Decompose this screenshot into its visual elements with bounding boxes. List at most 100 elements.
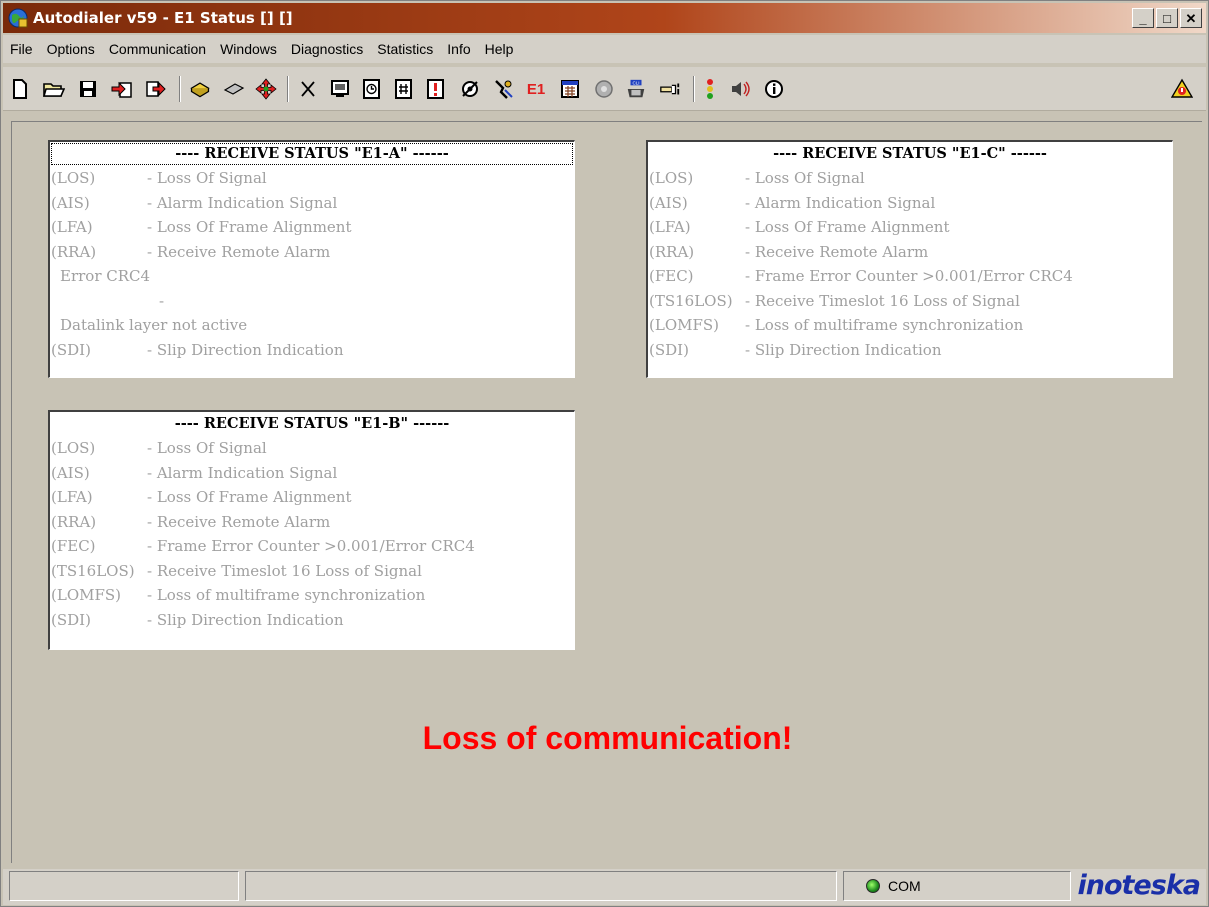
status-code: (FEC) (51, 537, 96, 555)
menu-communication[interactable]: Communication (102, 41, 213, 57)
status-desc: - Slip Direction Indication (147, 610, 344, 629)
export-icon[interactable] (145, 78, 167, 100)
import-icon[interactable] (111, 78, 133, 100)
dash-text: - (159, 291, 165, 310)
error-crc4-text: Error CRC4 (60, 267, 151, 285)
status-desc: - Frame Error Counter >0.001/Error CRC4 (745, 267, 1073, 285)
menu-bar: File Options Communication Windows Diagn… (3, 35, 1206, 63)
status-row: (AIS) - Alarm Indication Signal (50, 191, 574, 216)
e1-status-icon[interactable]: E1 (525, 78, 547, 100)
menu-info[interactable]: Info (440, 41, 477, 57)
hand-pointer-icon[interactable] (659, 78, 681, 100)
menu-statistics[interactable]: Statistics (370, 41, 440, 57)
autodialer-globe-icon (7, 7, 29, 29)
status-row: (FEC) - Frame Error Counter >0.001/Error … (50, 534, 574, 559)
client-area: ---- RECEIVE STATUS "E1-A" ------ (LOS) -… (11, 121, 1202, 863)
datalink-status-text: Datalink layer not active (60, 316, 248, 334)
status-desc: - Loss Of Frame Alignment (745, 218, 950, 236)
status-code: (SDI) (51, 610, 91, 629)
status-row: (RRA) - Receive Remote Alarm (648, 240, 1172, 265)
status-bar: COM inoteska (3, 869, 1206, 905)
status-code: (AIS) (649, 193, 688, 212)
move-arrows-icon[interactable] (255, 78, 277, 100)
status-code: (TS16LOS) (51, 561, 135, 580)
status-desc: - Alarm Indication Signal (745, 193, 936, 212)
receive-status-e1b-panel[interactable]: ---- RECEIVE STATUS "E1-B" ------ (LOS) -… (48, 410, 575, 650)
status-row: (LOS) - Loss Of Signal (50, 166, 574, 191)
status-row: (LOS) - Loss Of Signal (50, 436, 574, 461)
status-code: (AIS) (51, 463, 90, 482)
info-icon[interactable] (763, 78, 785, 100)
status-code: (SDI) (51, 340, 91, 359)
status-code: (SDI) (649, 340, 689, 359)
panel-title-e1a: ---- RECEIVE STATUS "E1-A" ------ (50, 142, 574, 166)
toolbar: E1 CLI (3, 67, 1206, 111)
status-row: (LFA) - Loss Of Frame Alignment (648, 215, 1172, 240)
scissors-icon[interactable] (297, 78, 319, 100)
status-desc: - Slip Direction Indication (745, 340, 942, 359)
status-row: (LOMFS) - Loss of multiframe synchronizat… (50, 583, 574, 608)
chip-icon[interactable] (223, 78, 245, 100)
status-row: (AIS) - Alarm Indication Signal (648, 191, 1172, 216)
app-window: Autodialer v59 - E1 Status [] [] _ □ ✕ F… (0, 0, 1209, 907)
line-test-icon[interactable] (493, 78, 515, 100)
panel-title-e1c: ---- RECEIVE STATUS "E1-C" ------ (773, 145, 1047, 162)
status-code: (TS16LOS) (649, 291, 733, 310)
status-desc: - Receive Remote Alarm (745, 242, 929, 261)
status-code: (RRA) (51, 242, 97, 261)
status-row: (SDI) - Slip Direction Indication (50, 608, 574, 633)
close-button[interactable]: ✕ (1180, 8, 1202, 28)
receive-status-e1c-panel[interactable]: ---- RECEIVE STATUS "E1-C" ------ (LOS) -… (646, 140, 1173, 378)
com-status-pane: COM (843, 871, 1071, 901)
clock-document-icon[interactable] (361, 78, 383, 100)
title-bar[interactable]: Autodialer v59 - E1 Status [] [] _ □ ✕ (3, 3, 1206, 33)
inoteska-logo: inoteska (1077, 870, 1201, 901)
dialer-disk-icon[interactable] (593, 78, 615, 100)
status-desc: - Receive Timeslot 16 Loss of Signal (745, 291, 1020, 310)
status-desc: - Alarm Indication Signal (147, 463, 338, 482)
open-folder-icon[interactable] (43, 78, 65, 100)
phone-book-icon[interactable] (189, 78, 211, 100)
new-document-icon[interactable] (9, 78, 31, 100)
status-code: (FEC) (649, 267, 694, 285)
menu-diagnostics[interactable]: Diagnostics (284, 41, 370, 57)
menu-file[interactable]: File (3, 41, 40, 57)
window-controls: _ □ ✕ (1132, 8, 1202, 28)
receive-status-e1a-panel[interactable]: ---- RECEIVE STATUS "E1-A" ------ (LOS) -… (48, 140, 575, 378)
traffic-light-icon[interactable] (699, 78, 721, 100)
status-desc: - Receive Remote Alarm (147, 512, 331, 531)
cli-label: CLI (632, 80, 639, 85)
help-warning-icon[interactable] (1171, 78, 1193, 100)
status-code: (LOMFS) (649, 316, 720, 334)
alert-document-icon[interactable] (425, 78, 447, 100)
status-code: (LFA) (51, 218, 93, 236)
status-row: (LFA) - Loss Of Frame Alignment (50, 485, 574, 510)
hash-document-icon[interactable] (393, 78, 415, 100)
cli-phone-icon[interactable]: CLI (625, 78, 647, 100)
monitor-icon[interactable] (329, 78, 351, 100)
calendar-icon[interactable] (559, 78, 581, 100)
minimize-button[interactable]: _ (1132, 8, 1154, 28)
status-code: (LOS) (51, 439, 96, 457)
save-disk-icon[interactable] (77, 78, 99, 100)
status-row: (SDI) - Slip Direction Indication (648, 338, 1172, 363)
status-desc: - Loss of multiframe synchronization (147, 586, 426, 604)
status-pane-2 (245, 871, 837, 901)
settings-tools-icon[interactable] (459, 78, 481, 100)
status-row: (TS16LOS) - Receive Timeslot 16 Loss of S… (50, 559, 574, 584)
status-desc: - Slip Direction Indication (147, 340, 344, 359)
com-indicator-icon (866, 879, 880, 893)
menu-options[interactable]: Options (40, 41, 102, 57)
status-row: (TS16LOS) - Receive Timeslot 16 Loss of S… (648, 289, 1172, 314)
status-code: (LOS) (649, 169, 694, 187)
status-desc: - Loss Of Signal (745, 169, 865, 187)
menu-help[interactable]: Help (478, 41, 521, 57)
com-label: COM (888, 878, 921, 894)
speaker-icon[interactable] (729, 78, 751, 100)
maximize-button[interactable]: □ (1156, 8, 1178, 28)
status-desc: - Loss Of Signal (147, 169, 267, 187)
status-row: (LOMFS) - Loss of multiframe synchronizat… (648, 313, 1172, 338)
status-code: (LOMFS) (51, 586, 122, 604)
menu-windows[interactable]: Windows (213, 41, 284, 57)
status-desc: - Loss Of Frame Alignment (147, 218, 352, 236)
